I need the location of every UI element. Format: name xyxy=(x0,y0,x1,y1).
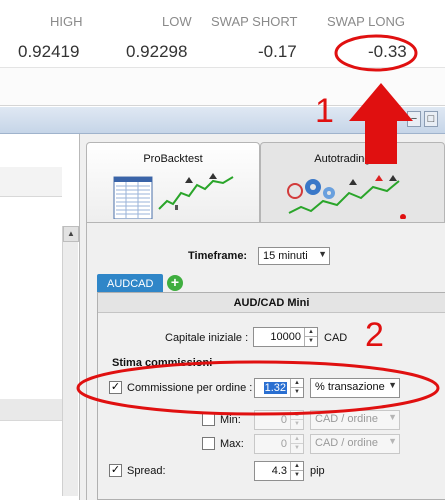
chevron-down-icon: ▼ xyxy=(388,412,397,422)
spread-stepper[interactable]: 4.3 ▲ ▼ xyxy=(254,461,304,481)
value-low: 0.92298 xyxy=(126,42,188,61)
asset-panel-title: AUD/CAD Mini xyxy=(98,293,445,313)
commission-mode-value: % transazione xyxy=(315,381,385,393)
tab-probacktest[interactable]: ProBacktest xyxy=(86,142,260,222)
min-stepper[interactable]: 0 ▲ ▼ xyxy=(254,410,304,430)
min-label: Min: xyxy=(220,414,241,426)
annotation-number-two: 2 xyxy=(365,316,384,354)
header-low: LOW xyxy=(162,14,192,29)
add-asset-icon[interactable]: + xyxy=(167,275,183,291)
header-swap-short: SWAP SHORT xyxy=(211,14,298,29)
stepper-down-icon[interactable]: ▼ xyxy=(304,337,317,346)
stepper-down-icon[interactable]: ▼ xyxy=(290,388,303,397)
spread-unit: pip xyxy=(310,465,325,477)
maximize-button[interactable]: □ xyxy=(424,111,438,127)
timeframe-select[interactable]: 15 minuti ▼ xyxy=(258,247,330,265)
header-high: HIGH xyxy=(50,14,83,29)
stepper-up-icon[interactable]: ▲ xyxy=(304,328,317,337)
chevron-down-icon: ▼ xyxy=(388,436,397,446)
stepper-down-icon[interactable]: ▼ xyxy=(290,471,303,480)
min-checkbox[interactable] xyxy=(202,413,215,426)
gap-band xyxy=(0,68,445,106)
min-unit-select[interactable]: CAD / ordine ▼ xyxy=(310,410,400,430)
spread-checkbox[interactable]: ✓ xyxy=(109,464,122,477)
max-label: Max: xyxy=(220,438,244,450)
minimize-button[interactable]: − xyxy=(407,111,421,127)
chevron-down-icon: ▼ xyxy=(318,249,327,259)
commission-checkbox[interactable]: ✓ xyxy=(109,381,122,394)
timeframe-label: Timeframe: xyxy=(188,250,248,262)
probacktest-chart-icon xyxy=(113,173,234,219)
asset-tab-audcad[interactable]: AUDCAD xyxy=(97,274,163,294)
spread-label: Spread: xyxy=(127,465,166,477)
annotation-number-one: 1 xyxy=(315,92,334,130)
commission-value: 1.32 xyxy=(263,382,287,394)
timeframe-value: 15 minuti xyxy=(263,250,308,262)
window-titlebar[interactable]: − □ xyxy=(0,107,445,134)
min-unit-value: CAD / ordine xyxy=(315,413,378,425)
tab-autotrading[interactable]: Autotrading Pro xyxy=(260,142,445,222)
capital-value: 10000 xyxy=(270,331,301,343)
header-swap-long: SWAP LONG xyxy=(327,14,406,29)
autotrading-gears-icon xyxy=(287,175,406,219)
scroll-up-arrow-icon[interactable]: ▲ xyxy=(63,226,79,242)
stepper-down-icon[interactable]: ▼ xyxy=(290,420,303,429)
spread-value: 4.3 xyxy=(271,465,287,477)
value-high: 0.92419 xyxy=(18,42,80,61)
tab-probacktest-label: ProBacktest xyxy=(143,153,203,165)
capital-label: Capitale iniziale : xyxy=(165,332,249,344)
commission-mode-select[interactable]: % transazione ▼ xyxy=(310,378,400,398)
commission-label: Commissione per ordine : xyxy=(127,382,253,394)
tab-autotrading-label: Autotrading Pro xyxy=(314,153,391,165)
max-unit-value: CAD / ordine xyxy=(315,437,378,449)
stepper-down-icon[interactable]: ▼ xyxy=(290,444,303,453)
min-value: 0 xyxy=(280,414,287,426)
max-unit-select[interactable]: CAD / ordine ▼ xyxy=(310,434,400,454)
capital-stepper[interactable]: 10000 ▲ ▼ xyxy=(253,327,318,347)
vertical-scrollbar[interactable]: ▲ xyxy=(62,226,79,496)
max-checkbox[interactable] xyxy=(202,437,215,450)
left-pane-row-selected[interactable] xyxy=(0,399,62,421)
stepper-up-icon[interactable]: ▲ xyxy=(290,379,303,388)
commission-stepper[interactable]: 1.32 ▲ ▼ xyxy=(254,378,304,398)
stepper-up-icon[interactable]: ▲ xyxy=(290,411,303,420)
stepper-up-icon[interactable]: ▲ xyxy=(290,462,303,471)
commission-section-title: Stima commissioni xyxy=(112,357,213,369)
chevron-down-icon: ▼ xyxy=(388,380,397,390)
max-stepper[interactable]: 0 ▲ ▼ xyxy=(254,434,304,454)
stepper-up-icon[interactable]: ▲ xyxy=(290,435,303,444)
capital-unit: CAD xyxy=(324,332,348,344)
value-swap-short: -0.17 xyxy=(258,42,297,61)
left-pane: ▲ xyxy=(0,134,80,500)
left-pane-row[interactable] xyxy=(0,167,62,197)
value-swap-long: -0.33 xyxy=(368,42,407,61)
max-value: 0 xyxy=(280,438,287,450)
